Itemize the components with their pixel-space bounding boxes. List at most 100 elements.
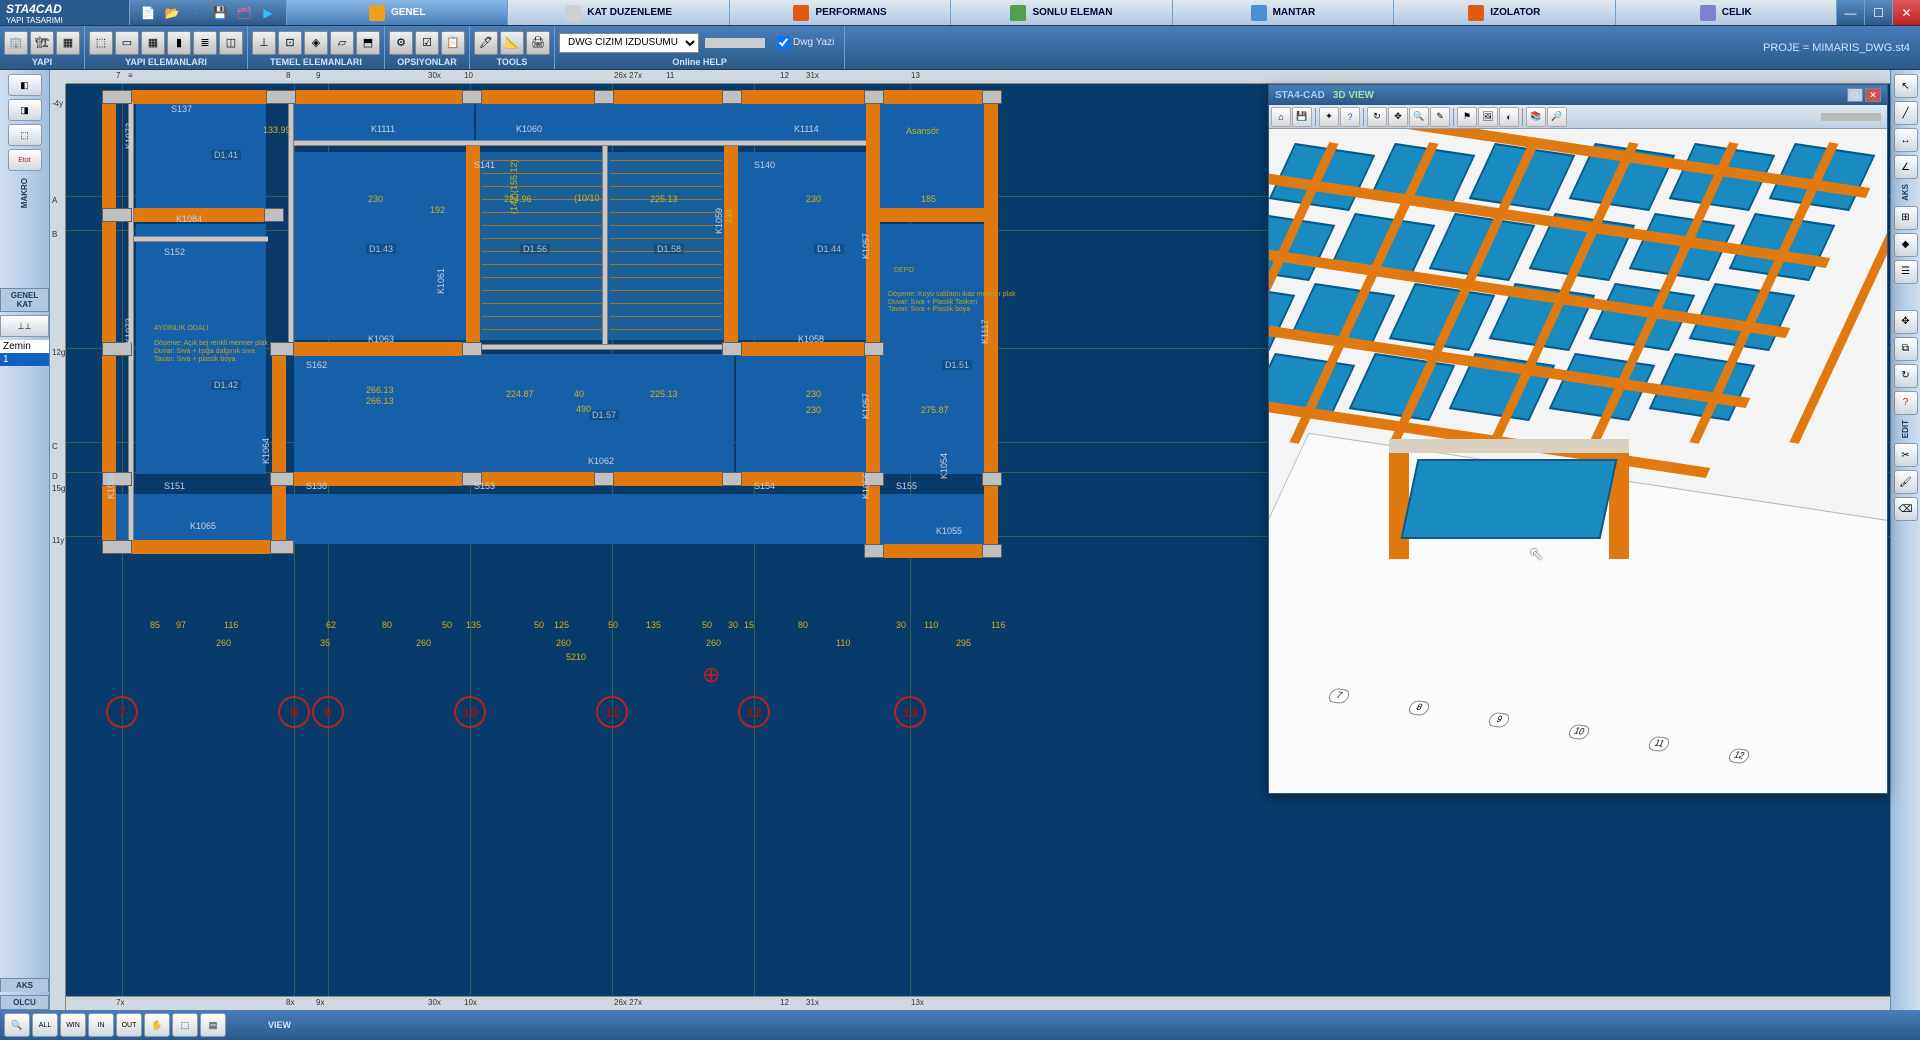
move-icon[interactable]: ✥	[1894, 310, 1918, 334]
run-icon[interactable]: ▶	[258, 3, 278, 23]
move3d-icon[interactable]: ✥	[1388, 107, 1408, 127]
tab-celik[interactable]: CELIK	[1615, 0, 1836, 25]
save-as-icon[interactable]: 🗂	[234, 3, 254, 23]
copy-icon[interactable]: ⧉	[1894, 337, 1918, 361]
flag3d-icon[interactable]: ⚑	[1457, 107, 1477, 127]
macro-btn-1[interactable]: ◧	[8, 74, 42, 96]
render3d-icon[interactable]: 🖼	[1478, 107, 1498, 127]
home3d-icon[interactable]: ⌂	[1271, 107, 1291, 127]
panel-3d: STA4-CAD 3D VIEW □ ✕ ⌂ 💾 ✦ ? ↻ ✥ 🔍 ✎ ⚑ 🖼…	[1268, 84, 1888, 794]
tab-sonlu[interactable]: SONLU ELEMAN	[950, 0, 1171, 25]
new-file-icon[interactable]: 📄	[138, 3, 158, 23]
menubar: STA4CAD YAPI TASARIMI 📄 📂 · 💾 🗂 ▶ GENEL …	[0, 0, 1920, 26]
isolator-icon	[1468, 5, 1484, 21]
found5-icon[interactable]: ⬒	[356, 31, 380, 55]
opacity-slider[interactable]	[705, 38, 765, 48]
group-opsiyon: ⚙ ☑ 📋 OPSIYONLAR	[385, 26, 470, 69]
ruler-corner	[50, 70, 66, 84]
cursor-icon[interactable]: ↖	[1894, 74, 1918, 98]
bottombar: 🔍 ALL WIN IN OUT ✋ ⬚ ▤ VIEW	[0, 1010, 1920, 1040]
tool3-icon[interactable]: 🖨	[526, 31, 550, 55]
building-icon[interactable]: 🏢	[4, 31, 28, 55]
zoom-all-icon[interactable]: ALL	[32, 1013, 58, 1037]
open-icon[interactable]: 📂	[162, 3, 182, 23]
zoom-in-icon[interactable]: IN	[88, 1013, 114, 1037]
stair-icon[interactable]: ≣	[193, 31, 217, 55]
sep-icon: ·	[186, 3, 206, 23]
project-label: PROJE = MIMARIS_DWG.st4	[1763, 26, 1920, 69]
dwg-yazi-checkbox[interactable]: Dwg Yazi	[771, 36, 840, 49]
found3-icon[interactable]: ◈	[304, 31, 328, 55]
3d-icon[interactable]: ⬚	[172, 1013, 198, 1037]
building2-icon[interactable]: 🏗	[30, 31, 54, 55]
found4-icon[interactable]: ▱	[330, 31, 354, 55]
view-slider[interactable]	[1821, 113, 1881, 121]
aks-label: AKS	[0, 978, 49, 992]
grid-icon[interactable]: ▦	[56, 31, 80, 55]
col-icon[interactable]: ⬚	[89, 31, 113, 55]
line-icon[interactable]: ╱	[1894, 101, 1918, 125]
slab-icon[interactable]: ▦	[141, 31, 165, 55]
opt2-icon[interactable]: ☑	[415, 31, 439, 55]
view-label: VIEW	[268, 1020, 291, 1030]
panel-3d-toolbar: ⌂ 💾 ✦ ? ↻ ✥ 🔍 ✎ ⚑ 🖼 ◐ 📚 🔎	[1269, 105, 1887, 129]
panel-3d-title[interactable]: STA4-CAD 3D VIEW □ ✕	[1269, 85, 1887, 105]
close-button[interactable]: ✕	[1892, 0, 1920, 25]
macro-btn-4[interactable]: Etot	[8, 149, 42, 171]
erase-icon[interactable]: ⌫	[1894, 497, 1918, 521]
panel-close-button[interactable]: ✕	[1865, 88, 1881, 102]
found1-icon[interactable]: ⊥	[252, 31, 276, 55]
trim-icon[interactable]: ✂	[1894, 443, 1918, 467]
book3d-icon[interactable]: 📚	[1526, 107, 1546, 127]
rotate-icon[interactable]: ↻	[1894, 364, 1918, 388]
maximize-button[interactable]: ☐	[1864, 0, 1892, 25]
edit3d-icon[interactable]: ✎	[1430, 107, 1450, 127]
pan-icon[interactable]: ✋	[144, 1013, 170, 1037]
wall-icon[interactable]: ▮	[167, 31, 191, 55]
tab-izolator[interactable]: IZOLATOR	[1393, 0, 1614, 25]
opt3-icon[interactable]: 📋	[441, 31, 465, 55]
opening-icon[interactable]: ◫	[219, 31, 243, 55]
group-tools: 🖊 📐 🖨 TOOLS	[470, 26, 555, 69]
help-icon[interactable]: ?	[1894, 391, 1918, 415]
tab-mantar[interactable]: MANTAR	[1172, 0, 1393, 25]
tree-icon[interactable]: ☰	[1894, 260, 1918, 284]
rotate3d-icon[interactable]: ↻	[1367, 107, 1387, 127]
axes3d-icon[interactable]: ✦	[1319, 107, 1339, 127]
list-item[interactable]: 1	[0, 353, 49, 366]
layers-icon[interactable]: ▤	[200, 1013, 226, 1037]
macro-btn-2[interactable]: ◨	[8, 99, 42, 121]
zoom-win-icon[interactable]: 🔍	[4, 1013, 30, 1037]
macro-btn-3[interactable]: ⬚	[8, 124, 42, 146]
group-label: TOOLS	[474, 57, 550, 69]
group-yapi-el: ⬚ ▭ ▦ ▮ ≣ ◫ YAPI ELEMANLARI	[85, 26, 248, 69]
opt1-icon[interactable]: ⚙	[389, 31, 413, 55]
shade3d-icon[interactable]: ◐	[1499, 107, 1519, 127]
snap-icon[interactable]: ◆	[1894, 233, 1918, 257]
tab-performans[interactable]: PERFORMANS	[729, 0, 950, 25]
tool2-icon[interactable]: 📐	[500, 31, 524, 55]
found2-icon[interactable]: ⊡	[278, 31, 302, 55]
angle-icon[interactable]: ∠	[1894, 155, 1918, 179]
ortho-icon[interactable]: ⊞	[1894, 206, 1918, 230]
zoom3d-icon[interactable]: 🔍	[1409, 107, 1429, 127]
zoom-win2-icon[interactable]: WIN	[60, 1013, 86, 1037]
tab-genel[interactable]: GENEL	[286, 0, 507, 25]
beam-icon[interactable]: ▭	[115, 31, 139, 55]
zoom-out-icon[interactable]: OUT	[116, 1013, 142, 1037]
olcu-label: OLCU	[0, 995, 49, 1010]
save3d-icon[interactable]: 💾	[1292, 107, 1312, 127]
dim-icon[interactable]: ↔	[1894, 128, 1918, 152]
find3d-icon[interactable]: 🔎	[1547, 107, 1567, 127]
save-icon[interactable]: 💾	[210, 3, 230, 23]
minimize-button[interactable]: —	[1836, 0, 1864, 25]
panel-3d-viewport[interactable]: ↖789101112	[1269, 129, 1887, 793]
dwg-combo[interactable]: DWG CIZIM IZDUSUMU	[559, 33, 699, 53]
list-item[interactable]: Zemin	[0, 340, 49, 353]
floor-filter-btn[interactable]: ⊥⊥	[0, 315, 49, 337]
paint-icon[interactable]: 🖌	[1894, 470, 1918, 494]
tab-kat[interactable]: KAT DUZENLEME	[507, 0, 728, 25]
tool1-icon[interactable]: 🖊	[474, 31, 498, 55]
panel-min-button[interactable]: □	[1847, 88, 1863, 102]
help3d-icon[interactable]: ?	[1340, 107, 1360, 127]
